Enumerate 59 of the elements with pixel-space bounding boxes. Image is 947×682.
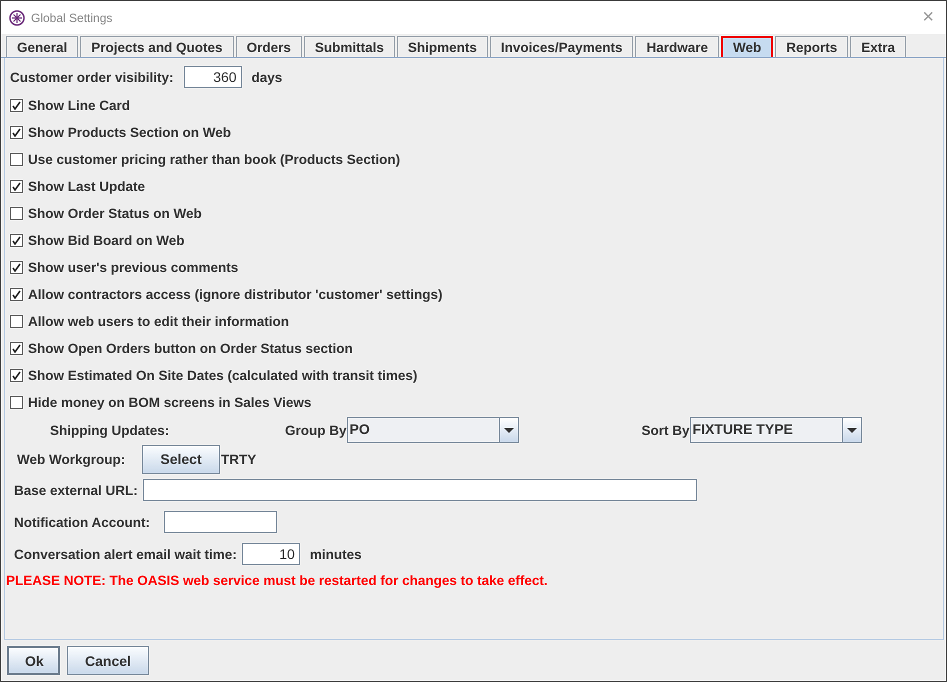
field-label: Base external URL: [14, 482, 138, 498]
checkbox-label: Show Estimated On Site Dates (calculated with transit times) [28, 368, 418, 383]
checkbox[interactable] [10, 99, 23, 112]
group-by-dropdown[interactable]: PO [346, 417, 519, 443]
checkbox[interactable] [10, 153, 23, 166]
checkbox-label: Show user's previous comments [28, 260, 238, 275]
section-label: Shipping Updates: [50, 422, 170, 438]
input-field[interactable]: 10 [242, 543, 300, 565]
tab[interactable]: Projects and Quotes [80, 36, 234, 57]
checkbox-label: Show Order Status on Web [28, 206, 202, 221]
url-input-field[interactable] [142, 479, 697, 501]
field-label: Customer order visibility: [10, 70, 174, 84]
checkbox[interactable] [10, 234, 23, 247]
tab[interactable]: Orders [236, 36, 302, 57]
checkbox[interactable] [10, 396, 23, 409]
checkbox-label: Hide money on BOM screens in Sales Views [28, 395, 312, 410]
checkbox-label: Show Bid Board on Web [28, 233, 184, 248]
field-label: Notification Account: [14, 514, 150, 530]
checkbox[interactable] [10, 207, 23, 220]
tab[interactable]: Extra [850, 36, 906, 57]
field-label: Conversation alert email wait time: [14, 546, 237, 562]
checkbox[interactable] [10, 342, 23, 355]
tab[interactable]: General [6, 36, 78, 57]
tab[interactable]: Reports [775, 36, 848, 57]
cancel-button[interactable]: Cancel [67, 646, 149, 675]
checkbox-label: Use customer pricing rather than book (Products Section) [28, 152, 400, 167]
field-label: Group By [285, 422, 347, 438]
tab[interactable]: Web [720, 36, 774, 57]
tab[interactable]: Hardware [635, 36, 719, 57]
select-button[interactable]: Select [142, 444, 220, 474]
field-label: Sort By [642, 422, 690, 438]
unit-label: days [252, 70, 282, 84]
checkbox-label: Show Open Orders button on Order Status section [28, 341, 353, 356]
field-label: Web Workgroup: [17, 452, 126, 466]
logo-icon [9, 10, 25, 26]
workgroup-value: TRTY [221, 452, 256, 466]
tab[interactable]: Invoices/Payments [490, 36, 634, 57]
tab[interactable]: Shipments [396, 36, 488, 57]
checkbox[interactable] [10, 315, 23, 328]
restart-notice: PLEASE NOTE: The OASIS web service must be restarted for changes to take effect. [6, 572, 548, 588]
account-input-field[interactable] [164, 511, 277, 533]
unit-label: minutes [310, 546, 362, 562]
checkbox[interactable] [10, 288, 23, 301]
ok-button[interactable]: Ok [7, 646, 60, 675]
input-field[interactable]: 360 [184, 66, 242, 88]
checkbox[interactable] [10, 369, 23, 382]
checkbox-label: Show Products Section on Web [28, 125, 232, 140]
dropdown-arrow-icon [846, 428, 857, 432]
checkbox[interactable] [10, 180, 23, 193]
checkbox-label: Show Line Card [28, 98, 130, 113]
checkbox-label: Allow web users to edit their information [28, 314, 290, 329]
sort-by-dropdown[interactable]: FIXTURE TYPE [690, 417, 862, 443]
checkbox-label: Show Last Update [28, 179, 146, 194]
dropdown-arrow-icon [504, 428, 514, 432]
tab[interactable]: Submittals [304, 36, 395, 57]
checkbox[interactable] [10, 126, 23, 139]
checkbox-label: Allow contractors access (ignore distributor 'customer' settings) [28, 287, 443, 302]
window-title: Global Settings [31, 10, 114, 24]
checkbox[interactable] [10, 261, 23, 274]
